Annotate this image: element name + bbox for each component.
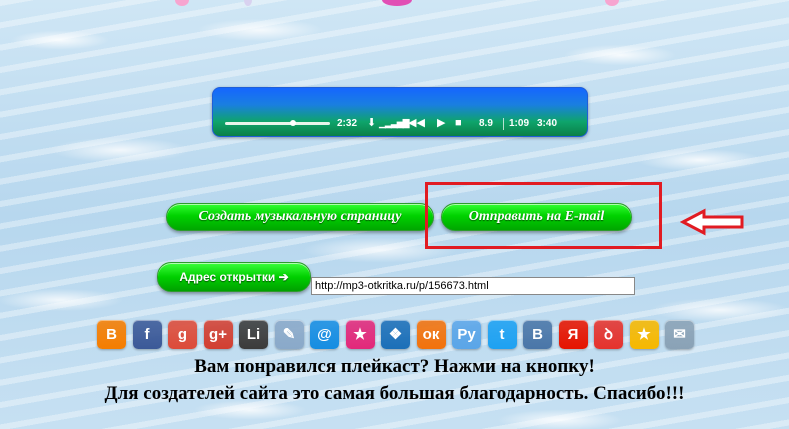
livejournal-icon[interactable]: ✎ — [274, 320, 304, 349]
progress-bar[interactable] — [225, 122, 330, 125]
player-divider — [503, 118, 504, 130]
top-decoration — [0, 0, 789, 8]
myworld-icon[interactable]: ❖ — [381, 320, 410, 349]
highlight-box — [425, 182, 662, 249]
play-icon[interactable]: ▶ — [437, 117, 445, 129]
thanks-message-line2: Для создателей сайта это самая большая б… — [104, 383, 685, 404]
odnoklassniki-icon[interactable]: ок — [416, 320, 446, 349]
bookmark-icon[interactable]: ★ — [629, 320, 659, 349]
yandex-icon[interactable]: Я — [558, 320, 588, 349]
google-icon[interactable]: g — [168, 320, 197, 349]
mail-ru-icon[interactable]: @ — [310, 320, 339, 349]
favorites-icon[interactable]: ★ — [345, 320, 375, 349]
rewind-icon[interactable]: ◀◀ — [408, 117, 425, 129]
time-left: 2:32 — [337, 118, 358, 129]
red-arrow-icon — [680, 208, 744, 236]
liveinternet-icon[interactable]: Li — [239, 320, 268, 349]
progress-knob[interactable] — [290, 120, 297, 126]
yaru-icon[interactable]: Ру — [452, 320, 481, 349]
flower-decoration-icon — [175, 0, 189, 6]
create-music-page-button[interactable]: Создать музыкальную страницу — [166, 203, 434, 231]
thanks-message-line1: Вам понравился плейкаст? Нажми на кнопку… — [194, 356, 595, 377]
volume-value: 8.9 — [479, 118, 493, 129]
time-total: 3:40 — [537, 118, 558, 129]
audio-player: 2:32 ⬇ ▁▂▃▅▇ ◀◀ ▶ ■ 8.9 1:09 3:40 — [212, 87, 588, 137]
twitter-icon[interactable]: t — [487, 320, 517, 349]
google-plus-icon[interactable]: g+ — [203, 320, 233, 349]
volume-level-icon[interactable]: ▁▂▃▅▇ — [379, 117, 410, 129]
card-address-button[interactable]: Адрес открытки ➔ — [157, 262, 311, 292]
flower-decoration-icon — [605, 0, 619, 6]
email-icon[interactable]: ✉ — [665, 320, 694, 349]
vkontakte-icon[interactable]: B — [523, 320, 552, 349]
stop-icon[interactable]: ■ — [455, 117, 462, 129]
card-url-field[interactable] — [311, 277, 635, 295]
surfingbird-icon[interactable]: ꝺ — [594, 320, 623, 349]
blogger-icon[interactable]: B — [97, 320, 126, 349]
download-icon[interactable]: ⬇ — [367, 117, 376, 129]
time-current: 1:09 — [509, 118, 530, 129]
bow-decoration-icon — [382, 0, 412, 6]
facebook-icon[interactable]: f — [132, 320, 162, 349]
flower-decoration-icon — [244, 0, 252, 6]
